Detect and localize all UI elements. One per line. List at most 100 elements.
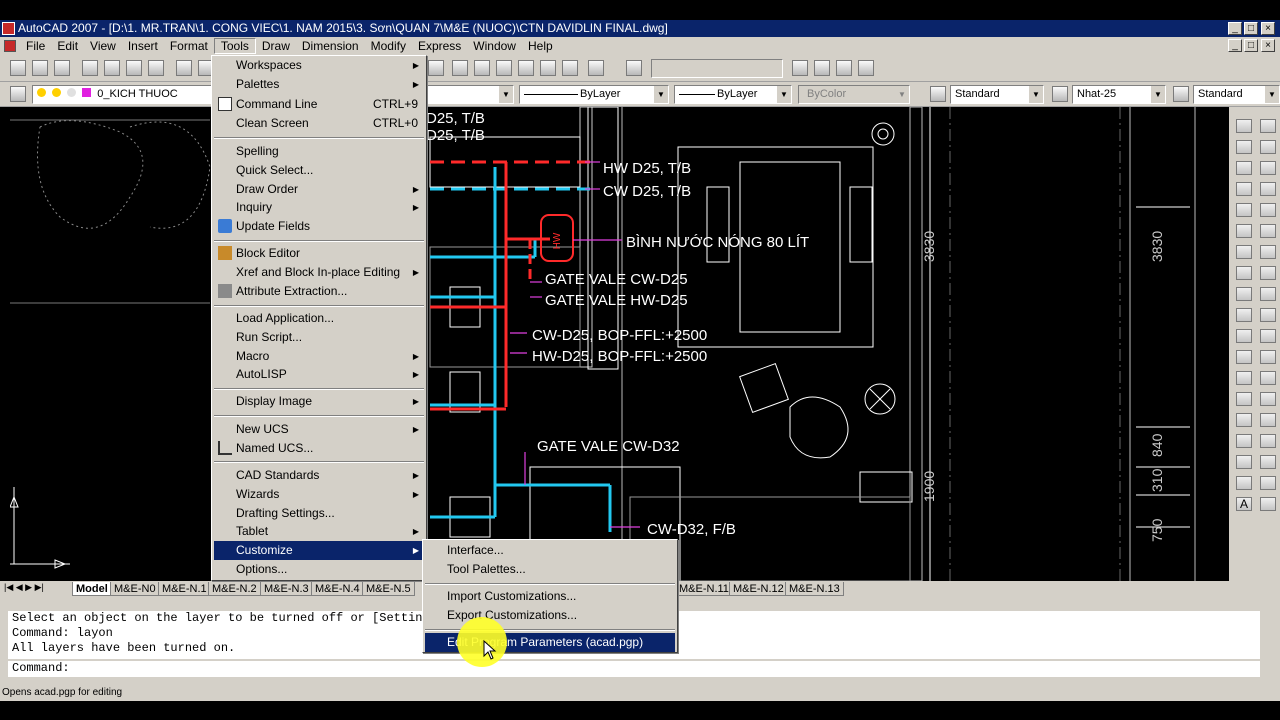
menu-item-block-editor[interactable]: Block Editor	[214, 244, 424, 263]
tab-layout[interactable]: M&E-N.13	[785, 582, 844, 596]
menu-tools[interactable]: Tools	[213, 38, 256, 54]
plot-preview-icon[interactable]	[104, 60, 120, 76]
tab-model[interactable]: Model	[72, 582, 112, 596]
lineweight-combo[interactable]: ByLayer ▼	[674, 85, 792, 104]
offset-icon[interactable]	[1260, 182, 1276, 196]
menu-modify[interactable]: Modify	[365, 38, 412, 54]
sheet-set-icon[interactable]	[518, 60, 534, 76]
drawing-area[interactable]: HW D25, T/B D25, T/B HW D25, T/B CW D25,…	[10, 107, 1229, 581]
circle-icon[interactable]	[1236, 245, 1252, 259]
menu-item-cad-standards[interactable]: CAD Standards ▶	[214, 466, 424, 485]
text-style-icon[interactable]	[930, 86, 946, 102]
menu-item-quick-select[interactable]: Quick Select...	[214, 161, 424, 180]
layer-combo[interactable]: 0_KICH THUOC	[32, 85, 212, 104]
publish-icon[interactable]	[126, 60, 142, 76]
zoom-realtime-icon[interactable]	[428, 60, 444, 76]
tab-layout[interactable]: M&E-N.3	[260, 582, 313, 596]
revcloud-icon[interactable]	[1236, 266, 1252, 280]
tab-layout[interactable]: M&E-N.11	[675, 582, 733, 596]
menu-item-tablet[interactable]: Tablet ▶	[214, 522, 424, 541]
extend-icon[interactable]	[1260, 329, 1276, 343]
document-icon[interactable]	[4, 40, 16, 52]
designcenter-icon[interactable]	[474, 60, 490, 76]
point-icon[interactable]	[1236, 392, 1252, 406]
menu-item-update-fields[interactable]: Update Fields	[214, 217, 424, 236]
markup-icon[interactable]	[540, 60, 556, 76]
3d-dwf-icon[interactable]	[148, 60, 164, 76]
erase-tool-icon[interactable]	[1260, 119, 1276, 133]
region-icon[interactable]	[1236, 455, 1252, 469]
join-icon[interactable]	[1260, 392, 1276, 406]
menu-item-clean-screen[interactable]: Clean Screen CTRL+0	[214, 114, 424, 133]
menu-format[interactable]: Format	[164, 38, 214, 54]
save-icon[interactable]	[54, 60, 70, 76]
menu-item-new-ucs[interactable]: New UCS ▶	[214, 420, 424, 439]
multiline-text-icon[interactable]: A	[1236, 497, 1252, 511]
ellipse-icon[interactable]	[1236, 308, 1252, 322]
menu-item-options[interactable]: Options...	[214, 560, 424, 579]
fillet-icon[interactable]	[1260, 434, 1276, 448]
submenu-item-tool-palettes[interactable]: Tool Palettes...	[425, 560, 675, 579]
menu-express[interactable]: Express	[412, 38, 467, 54]
scale-icon[interactable]	[1260, 266, 1276, 280]
dim-style-combo[interactable]: Nhat-25 ▼	[1072, 85, 1166, 104]
menu-dimension[interactable]: Dimension	[296, 38, 365, 54]
workspace-icon[interactable]	[626, 60, 642, 76]
menu-window[interactable]: Window	[467, 38, 522, 54]
menu-item-run-script[interactable]: Run Script...	[214, 328, 424, 347]
make-block-icon[interactable]	[1236, 371, 1252, 385]
explode-icon[interactable]	[1260, 455, 1276, 469]
menu-item-customize[interactable]: Customize ▶	[214, 541, 424, 560]
tab-layout[interactable]: M&E-N.1	[158, 582, 211, 596]
move-icon[interactable]	[1260, 224, 1276, 238]
menu-item-load-application[interactable]: Load Application...	[214, 309, 424, 328]
menu-file[interactable]: File	[20, 38, 51, 54]
gradient-icon[interactable]	[1236, 434, 1252, 448]
menu-insert[interactable]: Insert	[122, 38, 164, 54]
menu-item-attribute-extraction[interactable]: Attribute Extraction...	[214, 282, 424, 301]
line-tool-icon[interactable]	[1236, 119, 1252, 133]
menu-item-drafting-settings[interactable]: Drafting Settings...	[214, 504, 424, 523]
command-input[interactable]: Command:	[8, 661, 1260, 677]
tab-layout[interactable]: M&E-N.12	[729, 582, 788, 596]
linetype-combo[interactable]: ByLayer ▼	[519, 85, 669, 104]
copy-tool-icon[interactable]	[1260, 140, 1276, 154]
cut-icon[interactable]	[176, 60, 192, 76]
tab-layout[interactable]: M&E-N.4	[311, 582, 364, 596]
menu-edit[interactable]: Edit	[51, 38, 84, 54]
doc-close-button[interactable]: ×	[1261, 39, 1275, 52]
doc-restore-button[interactable]: □	[1244, 39, 1258, 52]
menu-view[interactable]: View	[84, 38, 122, 54]
table-style-combo[interactable]: Standard ▼	[1193, 85, 1280, 104]
tab-nav-arrows[interactable]: |◀ ◀ ▶ ▶|	[4, 582, 44, 593]
ucs-icon[interactable]	[792, 60, 808, 76]
tab-layout[interactable]: M&E-N0	[110, 582, 160, 596]
table-icon[interactable]	[1236, 476, 1252, 490]
calculator-icon[interactable]	[562, 60, 578, 76]
trim-icon[interactable]	[1260, 308, 1276, 322]
ucs-object-icon[interactable]	[858, 60, 874, 76]
menu-item-draw-order[interactable]: Draw Order ▶	[214, 180, 424, 199]
menu-item-spelling[interactable]: Spelling	[214, 142, 424, 161]
spline-icon[interactable]	[1236, 287, 1252, 301]
menu-item-macro[interactable]: Macro ▶	[214, 347, 424, 366]
dim-linear-icon[interactable]	[1260, 476, 1276, 490]
menu-item-wizards[interactable]: Wizards ▶	[214, 485, 424, 504]
tab-layout[interactable]: M&E-N.5	[362, 582, 415, 596]
insert-block-icon[interactable]	[1236, 350, 1252, 364]
menu-item-command-line[interactable]: Command Line CTRL+9	[214, 95, 424, 114]
stretch-icon[interactable]	[1260, 287, 1276, 301]
rectangle-icon[interactable]	[1236, 203, 1252, 217]
table-style-icon[interactable]	[1173, 86, 1189, 102]
submenu-item-interface[interactable]: Interface...	[425, 541, 675, 560]
polygon-icon[interactable]	[1236, 182, 1252, 196]
ucs-previous-icon[interactable]	[836, 60, 852, 76]
text-style-combo[interactable]: Standard ▼	[950, 85, 1044, 104]
maximize-button[interactable]: □	[1244, 22, 1258, 35]
tab-layout[interactable]: M&E-N.2	[208, 582, 261, 596]
submenu-item-import-customizations[interactable]: Import Customizations...	[425, 587, 675, 606]
doc-minimize-button[interactable]: _	[1228, 39, 1242, 52]
arc-icon[interactable]	[1236, 224, 1252, 238]
menu-item-named-ucs[interactable]: Named UCS...	[214, 439, 424, 458]
hatch-icon[interactable]	[1236, 413, 1252, 427]
